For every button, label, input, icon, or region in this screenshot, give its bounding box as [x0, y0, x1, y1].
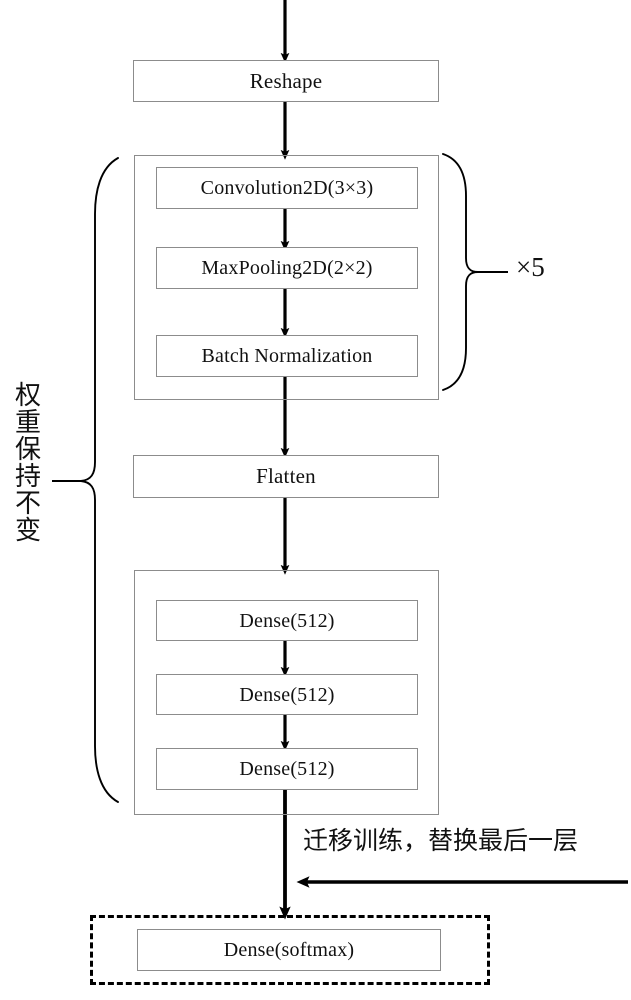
node-dense-softmax[interactable]: Dense(softmax): [137, 929, 441, 971]
frozen-brace: [80, 157, 119, 803]
node-flatten[interactable]: Flatten: [133, 455, 439, 498]
node-convolution2d-label: Convolution2D(3×3): [200, 177, 374, 199]
node-dense-1[interactable]: Dense(512): [156, 600, 418, 641]
repeat-brace: [442, 153, 479, 391]
node-dense-1-label: Dense(512): [239, 609, 335, 632]
frozen-weights-label: 权重保持不变: [10, 381, 41, 543]
node-flatten-label: Flatten: [256, 464, 316, 488]
node-dense-3-label: Dense(512): [239, 758, 335, 780]
node-convolution2d[interactable]: Convolution2D(3×3): [156, 167, 418, 209]
node-dense-2-label: Dense(512): [239, 683, 335, 706]
node-maxpooling2d[interactable]: MaxPooling2D(2×2): [156, 247, 418, 289]
repeat-count-label: ×5: [516, 252, 545, 282]
node-batch-normalization-label: Batch Normalization: [201, 345, 373, 367]
node-dense-2[interactable]: Dense(512): [156, 674, 418, 715]
node-reshape-label: Reshape: [249, 68, 323, 93]
diagram-canvas: Reshape Convolution2D(3×3) MaxPooling2D(…: [0, 0, 631, 1000]
node-dense-3[interactable]: Dense(512): [156, 748, 418, 790]
node-batch-normalization[interactable]: Batch Normalization: [156, 335, 418, 377]
node-dense-softmax-label: Dense(softmax): [223, 939, 355, 961]
node-reshape[interactable]: Reshape: [133, 60, 439, 102]
transfer-training-label: 迁移训练，替换最后一层: [303, 826, 579, 855]
node-maxpooling2d-label: MaxPooling2D(2×2): [201, 257, 373, 279]
